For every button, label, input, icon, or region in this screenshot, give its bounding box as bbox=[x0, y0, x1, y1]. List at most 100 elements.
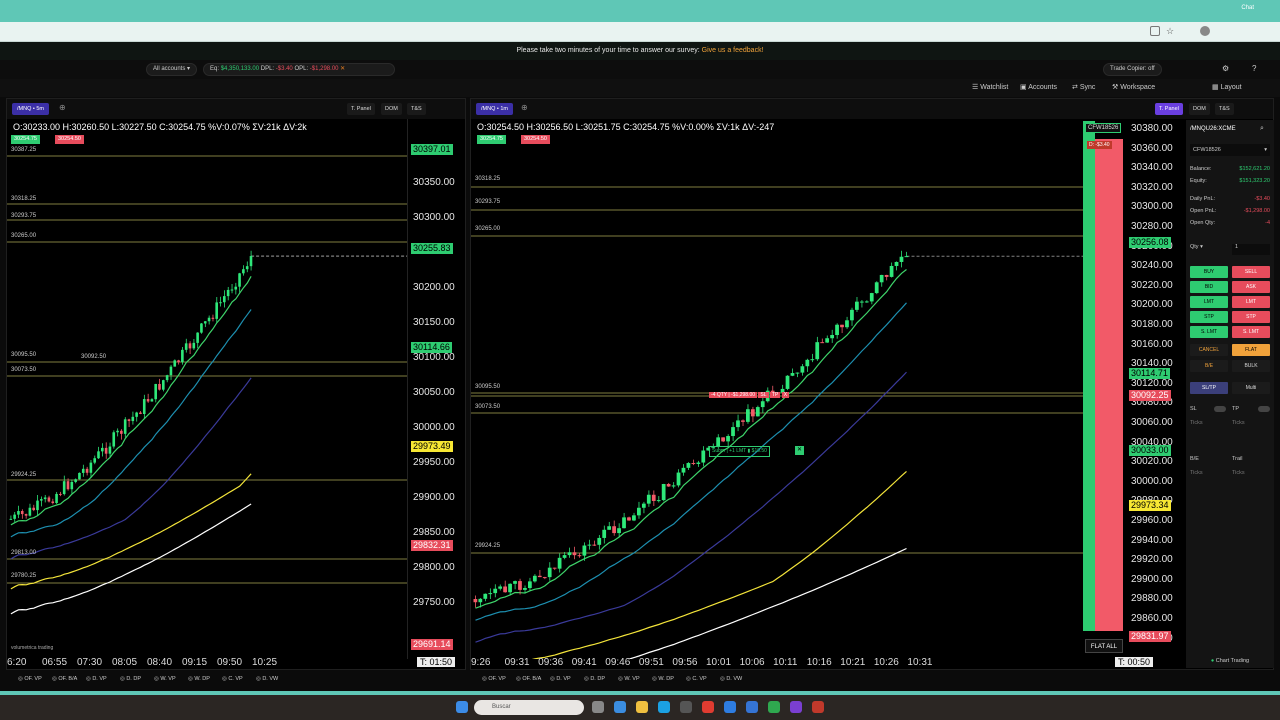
tp-toggle[interactable] bbox=[1258, 406, 1270, 412]
right-tpanel-button[interactable]: T. Panel bbox=[1155, 103, 1183, 115]
folder-icon[interactable] bbox=[636, 701, 648, 713]
indicator-tab[interactable]: ◎ D. VW bbox=[720, 676, 742, 682]
indicator-tab[interactable]: ◎ W. DP bbox=[652, 676, 674, 682]
taskview-icon[interactable] bbox=[592, 701, 604, 713]
candle-body bbox=[154, 383, 157, 400]
edge-icon[interactable] bbox=[614, 701, 626, 713]
indicator-tab[interactable]: ◎ D. DP bbox=[584, 676, 605, 682]
sl-button[interactable]: SL bbox=[758, 392, 769, 398]
price-axis-label: 30340.00 bbox=[1131, 162, 1173, 174]
position-order-tag[interactable]: -4 QTY | -$1,298.00 SL TP X bbox=[709, 391, 790, 400]
time-axis-label: 10:01 bbox=[706, 657, 732, 668]
candle-body bbox=[552, 567, 557, 569]
left-dom-button[interactable]: DOM bbox=[381, 103, 402, 115]
left-tpanel-button[interactable]: T. Panel bbox=[347, 103, 375, 115]
indicator-tab[interactable]: ◎ OF. VP bbox=[482, 676, 506, 682]
left-symbol-tab[interactable]: /MNQ • 5m bbox=[12, 103, 49, 115]
sell-stop-button[interactable]: STP bbox=[1232, 311, 1270, 323]
left-chart-canvas[interactable] bbox=[7, 119, 407, 659]
right-symbol-tab[interactable]: /MNQ • 1m bbox=[476, 103, 513, 115]
multi-tab[interactable]: Multi bbox=[1232, 382, 1270, 394]
time-axis-label: 09:15 bbox=[182, 657, 208, 668]
indicator-tab[interactable]: ◎ OF. B/A bbox=[52, 676, 77, 682]
sync-menu[interactable]: ⇄ Sync bbox=[1072, 83, 1095, 91]
star-icon[interactable]: ☆ bbox=[1166, 26, 1174, 37]
indicator-tab[interactable]: ◎ C. VP bbox=[222, 676, 243, 682]
flat-button[interactable]: FLAT bbox=[1232, 344, 1270, 356]
app-icon[interactable] bbox=[790, 701, 802, 713]
cancel-order-icon[interactable]: ✕ bbox=[795, 446, 805, 455]
candle-body bbox=[795, 372, 800, 374]
pending-order-tag[interactable]: Subm | +1 LMT ▮ $19.50 bbox=[709, 446, 770, 457]
sltp-tab[interactable]: SL/TP bbox=[1190, 382, 1228, 394]
moving-average-line bbox=[531, 470, 907, 659]
ask-button[interactable]: ASK bbox=[1232, 281, 1270, 293]
chat-label[interactable]: Chat bbox=[1241, 5, 1254, 11]
taskbar-search[interactable]: Buscar bbox=[474, 700, 584, 715]
indicator-tab[interactable]: ◎ W. VP bbox=[154, 676, 176, 682]
buy-stop-button[interactable]: STP bbox=[1190, 311, 1228, 323]
sl-toggle[interactable] bbox=[1214, 406, 1226, 412]
chrome-icon[interactable] bbox=[768, 701, 780, 713]
layout-menu[interactable]: ▦ Layout bbox=[1212, 83, 1242, 91]
gear-icon[interactable]: ⚙ bbox=[1222, 64, 1229, 73]
time-axis-label: 08:05 bbox=[112, 657, 138, 668]
avatar[interactable] bbox=[1200, 26, 1210, 36]
indicator-tab[interactable]: ◎ D. DP bbox=[120, 676, 141, 682]
right-ts-button[interactable]: T&S bbox=[1215, 103, 1234, 115]
indicator-tab[interactable]: ◎ D. VP bbox=[550, 676, 571, 682]
left-ts-button[interactable]: T&S bbox=[407, 103, 426, 115]
qty-input[interactable]: 1 bbox=[1232, 244, 1270, 255]
flat-all-button[interactable]: FLAT ALL bbox=[1085, 639, 1123, 653]
indicator-tab[interactable]: ◎ OF. B/A bbox=[516, 676, 541, 682]
sell-button[interactable]: SELL bbox=[1232, 266, 1270, 278]
indicator-tab[interactable]: ◎ OF. VP bbox=[18, 676, 42, 682]
watchlist-menu[interactable]: ☰ Watchlist bbox=[972, 83, 1008, 91]
candle-body bbox=[716, 437, 721, 447]
app-icon[interactable] bbox=[724, 701, 736, 713]
accounts-menu[interactable]: ▣ Accounts bbox=[1020, 83, 1057, 91]
browser-icon[interactable] bbox=[658, 701, 670, 713]
accounts-select[interactable]: All accounts ▾ bbox=[146, 63, 198, 76]
indicator-tab[interactable]: ◎ D. VW bbox=[256, 676, 278, 682]
indicator-tab[interactable]: ◎ W. DP bbox=[188, 676, 210, 682]
close-position-button[interactable]: X bbox=[781, 392, 790, 398]
time-axis-label: 09:36 bbox=[538, 657, 564, 668]
add-tab-icon[interactable]: ⊕ bbox=[59, 103, 66, 112]
add-tab-icon[interactable]: ⊕ bbox=[521, 103, 528, 112]
trade-copier[interactable]: Trade Copier: off bbox=[1103, 63, 1162, 76]
buy-limit-button[interactable]: LMT bbox=[1190, 296, 1228, 308]
candle-body bbox=[562, 555, 567, 558]
app-icon[interactable] bbox=[812, 701, 824, 713]
sell-limit-button[interactable]: LMT bbox=[1232, 296, 1270, 308]
app-icon[interactable] bbox=[746, 701, 758, 713]
start-icon[interactable] bbox=[456, 701, 468, 713]
indicator-tab[interactable]: ◎ W. VP bbox=[618, 676, 640, 682]
cancel-button[interactable]: CANCEL bbox=[1190, 344, 1228, 356]
right-dom-button[interactable]: DOM bbox=[1189, 103, 1210, 115]
workspace-menu[interactable]: ⚒ Workspace bbox=[1112, 83, 1155, 91]
sell-stop-limit-button[interactable]: S. LMT bbox=[1232, 326, 1270, 338]
trade-symbol[interactable]: /MNQU26:XCME bbox=[1190, 126, 1270, 132]
feedback-link[interactable]: Give us a feedback! bbox=[702, 47, 764, 54]
chart-trading-status[interactable]: ● Chart Trading bbox=[1190, 658, 1270, 664]
buy-button[interactable]: BUY bbox=[1190, 266, 1228, 278]
breakeven-button[interactable]: B/E bbox=[1190, 360, 1228, 372]
moving-average-line bbox=[475, 371, 907, 643]
account-select[interactable]: CFW18526 ▾ bbox=[1190, 144, 1270, 156]
close-icon[interactable]: ✕ bbox=[340, 66, 345, 72]
candle-body bbox=[74, 479, 77, 482]
buy-stop-limit-button[interactable]: S. LMT bbox=[1190, 326, 1228, 338]
search-icon[interactable]: ⌕ bbox=[1260, 125, 1264, 133]
right-chart-canvas[interactable] bbox=[471, 119, 1083, 659]
indicator-tab[interactable]: ◎ D. VP bbox=[86, 676, 107, 682]
tp-button[interactable]: TP bbox=[769, 392, 781, 398]
bid-button[interactable]: BID bbox=[1190, 281, 1228, 293]
indicator-tab[interactable]: ◎ C. VP bbox=[686, 676, 707, 682]
extension-icon[interactable] bbox=[1150, 26, 1160, 36]
help-icon[interactable]: ? bbox=[1252, 64, 1256, 73]
bulk-button[interactable]: BULK bbox=[1232, 360, 1270, 372]
account-tag[interactable]: CFW18526 bbox=[1085, 123, 1122, 133]
app-icon[interactable] bbox=[702, 701, 714, 713]
app-icon[interactable] bbox=[680, 701, 692, 713]
